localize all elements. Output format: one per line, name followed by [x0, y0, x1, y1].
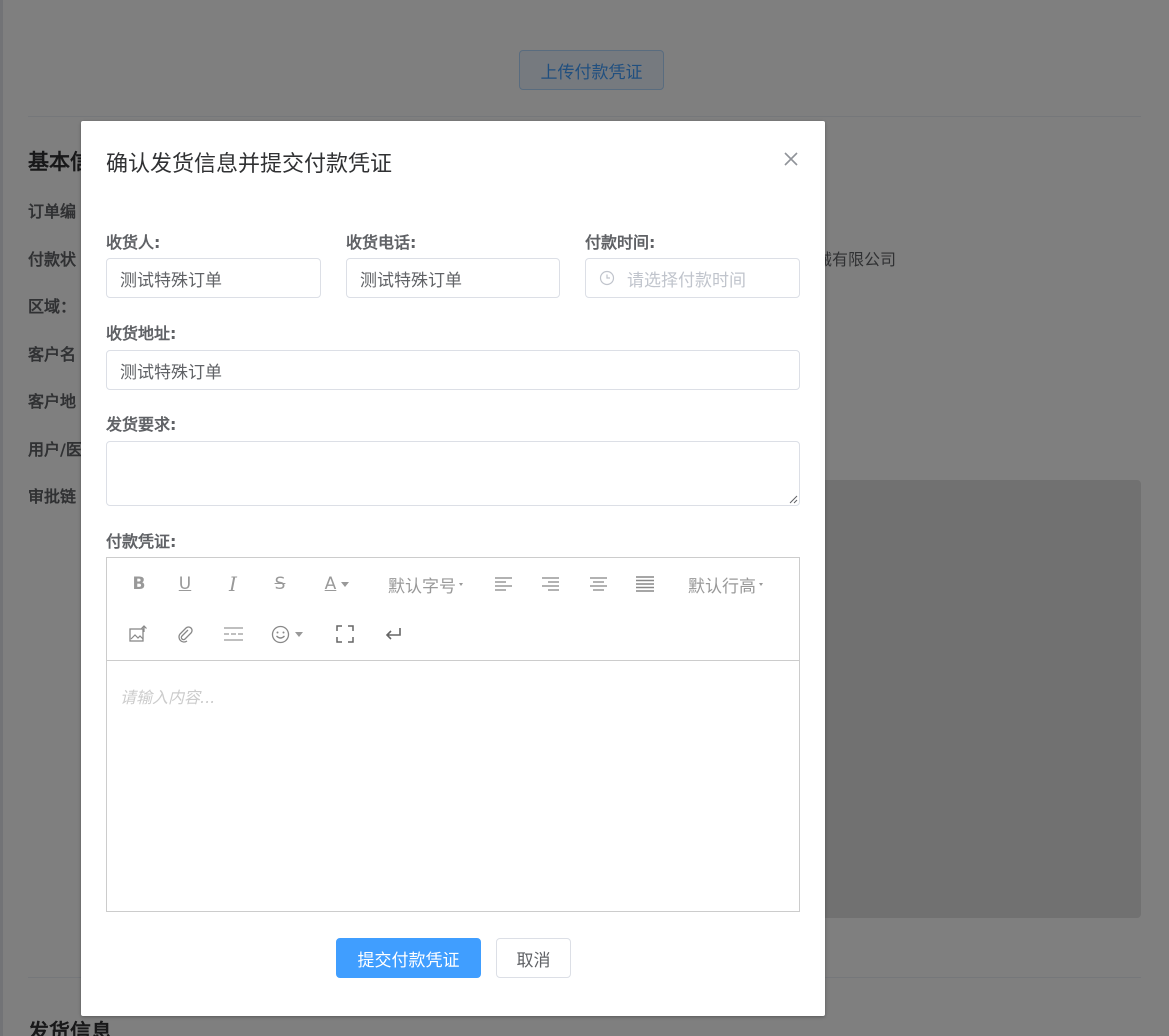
phone-label: 收货电话: — [346, 233, 417, 252]
pay-time-label: 付款时间: — [585, 233, 656, 252]
resize-grip-icon[interactable] — [788, 494, 798, 504]
underline-icon[interactable]: U — [175, 569, 195, 599]
font-color-button[interactable]: A — [317, 569, 357, 599]
phone-input[interactable]: 测试特殊订单 — [346, 258, 560, 298]
chevron-down-icon — [459, 582, 463, 586]
divider-icon[interactable] — [222, 619, 244, 649]
align-left-icon[interactable] — [493, 569, 513, 599]
pay-time-picker[interactable]: 请选择付款时间 — [585, 258, 800, 298]
chevron-down-icon — [759, 582, 763, 586]
cancel-button[interactable]: 取消 — [496, 938, 571, 978]
italic-icon[interactable]: I — [223, 569, 243, 599]
dialog-title: 确认发货信息并提交付款凭证 — [106, 152, 393, 177]
emoji-button[interactable] — [269, 619, 305, 649]
image-upload-icon[interactable] — [128, 619, 148, 649]
receiver-input[interactable]: 测试特殊订单 — [106, 258, 321, 298]
shipping-req-textarea[interactable] — [106, 441, 800, 506]
strikethrough-icon[interactable]: S — [270, 569, 290, 599]
chevron-down-icon — [341, 581, 350, 587]
confirm-shipping-dialog: 确认发货信息并提交付款凭证 收货人: 测试特殊订单 收货电话: 测试特殊订单 付… — [81, 121, 825, 1016]
voucher-label: 付款凭证: — [106, 532, 177, 551]
align-center-icon[interactable] — [588, 569, 608, 599]
close-icon[interactable] — [781, 149, 801, 169]
font-color-icon: A — [324, 574, 337, 594]
font-size-label: 默认字号 — [388, 576, 456, 597]
address-input[interactable]: 测试特殊订单 — [106, 350, 800, 390]
clock-icon — [599, 270, 615, 286]
line-height-dropdown[interactable]: 默认行高 — [683, 569, 768, 599]
chevron-down-icon — [295, 631, 303, 637]
emoji-icon — [271, 625, 290, 643]
line-break-icon[interactable] — [383, 619, 403, 649]
address-label: 收货地址: — [106, 324, 177, 343]
line-height-label: 默认行高 — [688, 576, 756, 597]
bold-icon[interactable]: B — [129, 569, 149, 599]
editor-placeholder[interactable]: 请输入内容... — [120, 684, 215, 708]
shipping-req-label: 发货要求: — [106, 415, 177, 434]
editor-toolbar: B U I S A 默认字号 默认行高 — [107, 558, 799, 661]
pay-time-placeholder: 请选择付款时间 — [627, 270, 746, 291]
font-size-dropdown[interactable]: 默认字号 — [383, 569, 468, 599]
submit-voucher-button[interactable]: 提交付款凭证 — [336, 938, 481, 978]
align-justify-icon[interactable] — [635, 569, 655, 599]
attachment-icon[interactable] — [175, 619, 195, 649]
rich-text-editor: B U I S A 默认字号 默认行高 请输入内容... — [106, 557, 800, 912]
fullscreen-icon[interactable] — [335, 619, 355, 649]
align-right-icon[interactable] — [540, 569, 560, 599]
receiver-label: 收货人: — [106, 233, 161, 252]
